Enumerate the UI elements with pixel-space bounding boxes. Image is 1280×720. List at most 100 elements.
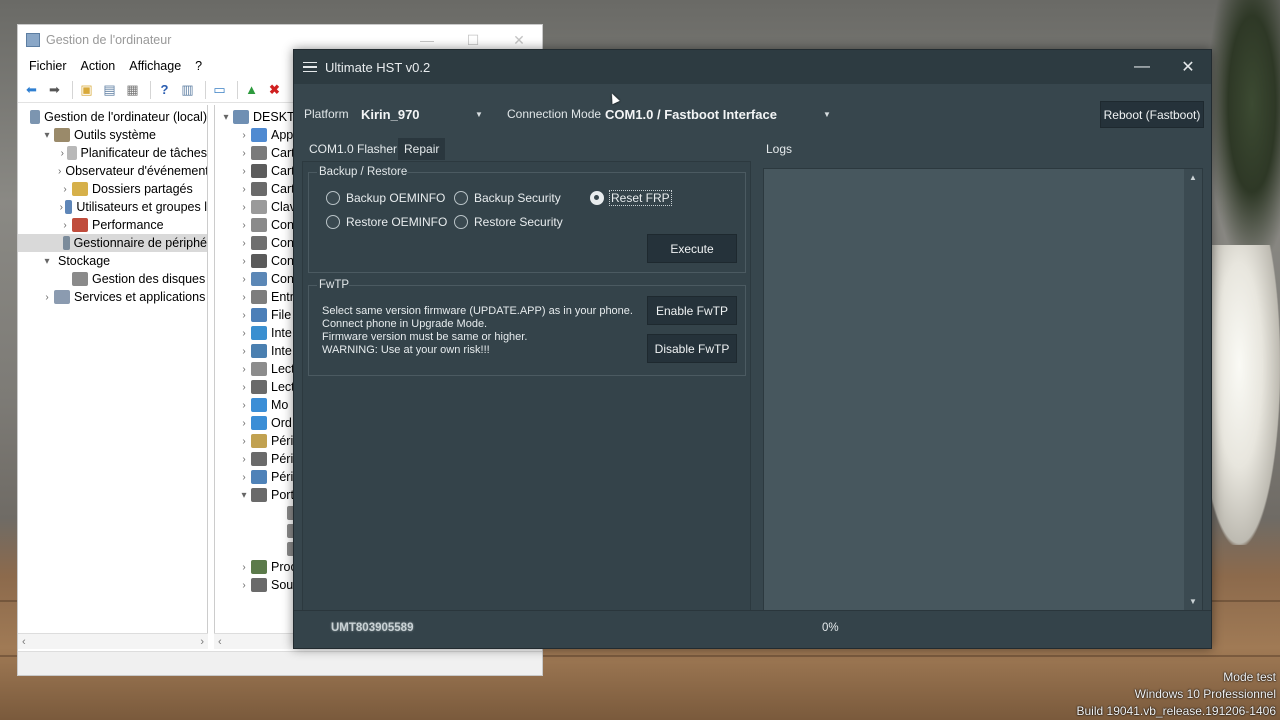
tree-expander-icon[interactable]: › [237,346,251,357]
hst-window-controls: — ✕ [1119,50,1211,84]
view-icon[interactable]: ▥ [178,80,197,99]
scroll-left-icon[interactable]: ‹ [22,636,26,648]
tree-item[interactable]: › Services et applications [18,288,207,306]
tab-com-flasher[interactable]: COM1.0 Flasher [303,138,403,160]
tree-expander-icon[interactable]: › [237,184,251,195]
tree-expander-icon[interactable]: › [237,580,251,591]
tab-repair[interactable]: Repair [398,138,446,160]
menu-action[interactable]: Action [74,59,123,73]
group-border [309,172,317,173]
tree-expander-icon[interactable]: › [237,436,251,447]
tree-item[interactable]: › Observateur d'événements [18,162,207,180]
tree-item-label: Gestion de l'ordinateur (local) [44,110,207,124]
tree-expander-icon[interactable]: › [237,148,251,159]
tree-expander-icon[interactable]: ▾ [40,130,54,141]
tree-expander-icon[interactable]: › [237,328,251,339]
radio-restore-security[interactable]: Restore Security [454,215,563,229]
tree-expander-icon[interactable]: › [237,364,251,375]
scroll-right-icon[interactable]: › [200,636,204,648]
tree-expander-icon[interactable]: › [237,400,251,411]
logs-vertical-scrollbar[interactable]: ▲ ▼ [1184,169,1202,610]
tab-logs[interactable]: Logs [760,138,798,160]
tree-expander-icon[interactable]: ▾ [40,256,54,267]
tree-item[interactable]: ▾ Stockage [18,252,207,270]
enable-fwtp-button[interactable]: Enable FwTP [647,296,737,325]
tree-item[interactable]: Gestionnaire de périphé [18,234,207,252]
tree-expander-icon[interactable]: › [237,202,251,213]
tree-item[interactable]: › Utilisateurs et groupes l [18,198,207,216]
logs-textarea[interactable]: ▲ ▼ [763,168,1203,611]
execute-button[interactable]: Execute [647,234,737,263]
tree-expander-icon[interactable]: › [237,238,251,249]
tree-expander-icon[interactable]: › [237,166,251,177]
minimize-icon[interactable]: — [1119,50,1165,84]
scroll-left-icon[interactable]: ‹ [218,636,222,648]
up-folder-icon[interactable]: ▣ [77,80,96,99]
device-icon [251,434,267,448]
tree-item[interactable]: ▾ Outils système [18,126,207,144]
tree-expander-icon[interactable]: › [237,310,251,321]
device-icon [251,380,267,394]
device-icon [251,182,267,196]
tree-expander-icon[interactable]: › [58,148,67,159]
connection-mode-value: COM1.0 / Fastboot Interface [605,106,777,122]
menu-affichage[interactable]: Affichage [122,59,188,73]
tree-expander-icon[interactable]: › [58,166,61,177]
platform-select[interactable]: Kirin_970 ▼ [361,105,485,123]
tree-expander-icon[interactable]: › [237,454,251,465]
properties-icon[interactable]: ▦ [123,80,142,99]
tree-node-icon [72,218,88,232]
tree-item-label: Gestionnaire de périphé [73,236,207,250]
menu-fichier[interactable]: Fichier [22,59,74,73]
tree-expander-icon[interactable]: › [237,418,251,429]
backup-restore-group: Backup / Restore Backup OEMINFO Backup S… [308,166,746,273]
show-hide-tree-icon[interactable]: ▤ [100,80,119,99]
tree-expander-icon[interactable]: ▾ [219,112,233,123]
tree-expander-icon[interactable]: › [237,382,251,393]
tree-item[interactable]: › Performance [18,216,207,234]
radio-restore-oeminfo[interactable]: Restore OEMINFO [326,215,447,229]
tree-horizontal-scrollbar[interactable]: ‹ › [18,633,208,649]
toolbar-separator [237,80,238,99]
tree-item[interactable]: Gestion des disques [18,270,207,288]
scroll-down-icon[interactable]: ▼ [1184,597,1202,606]
tree-item[interactable]: Gestion de l'ordinateur (local) [18,108,207,126]
device-category-label: Lect [271,362,295,376]
tree-expander-icon[interactable]: › [58,220,72,231]
platform-value: Kirin_970 [361,106,420,122]
scroll-up-icon[interactable]: ▲ [1184,173,1202,182]
tree-expander-icon[interactable]: › [237,562,251,573]
hamburger-menu-icon[interactable] [303,61,317,73]
close-icon[interactable]: ✕ [1165,50,1211,84]
tree-expander-icon[interactable]: › [40,292,54,303]
tree-expander-icon[interactable]: › [58,184,72,195]
tree-expander-icon[interactable]: › [58,202,65,213]
tree-item[interactable]: › Planificateur de tâches [18,144,207,162]
radio-backup-security[interactable]: Backup Security [454,191,561,205]
device-icon [251,290,267,304]
disable-fwtp-button[interactable]: Disable FwTP [647,334,737,363]
tree-expander-icon[interactable]: › [237,292,251,303]
update-driver-icon[interactable]: ▲ [242,80,261,99]
tree-expander-icon[interactable]: › [237,472,251,483]
tree-expander-icon[interactable]: ▾ [237,490,251,501]
back-arrow-icon[interactable]: ⬅ [22,80,41,99]
tree-expander-icon[interactable]: › [237,130,251,141]
forward-arrow-icon[interactable]: ➡ [45,80,64,99]
tree-expander-icon[interactable]: › [237,274,251,285]
tree-expander-icon[interactable]: › [237,220,251,231]
repair-panel: Backup / Restore Backup OEMINFO Backup S… [302,161,751,612]
reboot-fastboot-button[interactable]: Reboot (Fastboot) [1100,101,1204,128]
device-icon [251,470,267,484]
connection-mode-select[interactable]: COM1.0 / Fastboot Interface ▼ [605,105,835,123]
device-icon [251,272,267,286]
help-icon[interactable]: ? [155,80,174,99]
cm-statusbar [18,651,542,675]
tree-expander-icon[interactable]: › [237,256,251,267]
uninstall-icon[interactable]: ✖ [265,80,284,99]
radio-reset-frp[interactable]: Reset FRP [590,190,672,206]
monitor-icon[interactable]: ▭ [210,80,229,99]
radio-backup-oeminfo[interactable]: Backup OEMINFO [326,191,445,205]
tree-item[interactable]: › Dossiers partagés [18,180,207,198]
menu-help[interactable]: ? [188,59,209,73]
